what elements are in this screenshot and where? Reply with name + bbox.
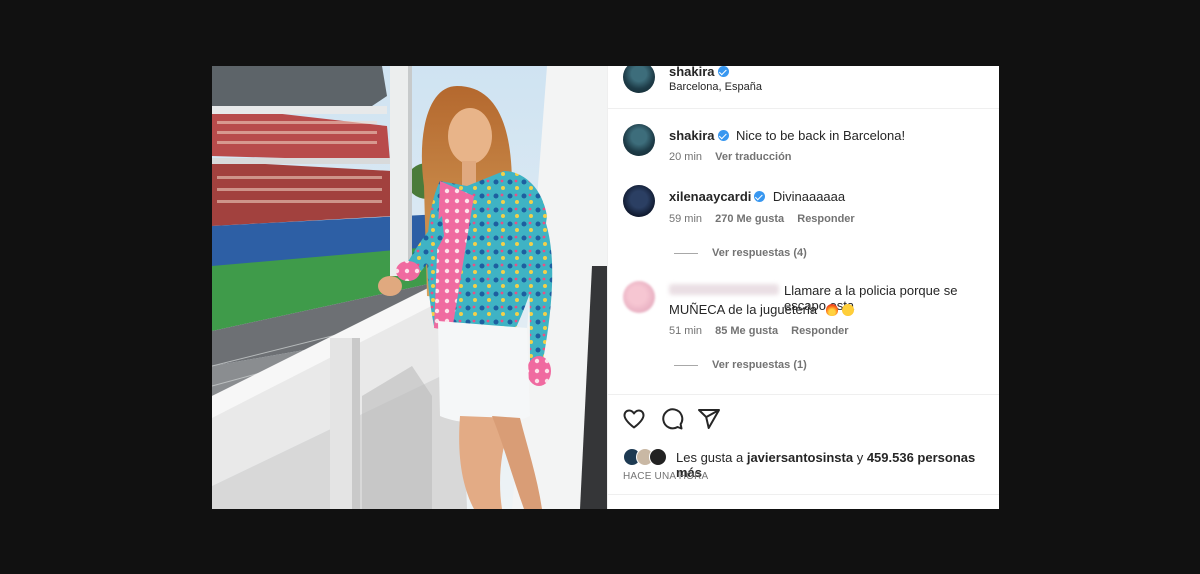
comment-text-line2-row: MUÑECA de la jugueteria — [669, 301, 855, 319]
heart-icon[interactable] — [622, 407, 646, 431]
author-avatar[interactable] — [623, 66, 655, 93]
likes-summary[interactable]: Les gusta a javiersantosinsta y 459.536 … — [676, 450, 999, 480]
post-photo[interactable] — [212, 66, 607, 509]
view-replies-button[interactable]: Ver respuestas (1) — [674, 359, 817, 371]
actions-divider — [608, 394, 999, 395]
liker-avatar — [649, 448, 667, 466]
comment-likes[interactable]: 270 Me gusta — [715, 213, 784, 225]
comment-text-line2: MUÑECA de la jugueteria — [669, 302, 818, 317]
post-location[interactable]: Barcelona, España — [669, 81, 762, 93]
share-icon[interactable] — [697, 407, 721, 431]
header-username[interactable]: shakira — [669, 66, 715, 79]
comment-avatar[interactable] — [623, 185, 655, 217]
comment-meta: 59 min 270 Me gusta Responder — [669, 213, 865, 225]
likes-prefix: Les gusta a — [676, 450, 744, 465]
blurred-username — [669, 284, 779, 295]
comment-time: 51 min — [669, 325, 703, 337]
fire-emoji-icon — [825, 304, 838, 316]
heart-eyes-emoji-icon — [842, 304, 855, 316]
caption-username[interactable]: shakira — [669, 128, 715, 143]
view-replies-button[interactable]: Ver respuestas (4) — [674, 247, 817, 259]
caption: shakira Nice to be back in Barcelona! — [669, 127, 905, 145]
reply-button[interactable]: Responder — [791, 325, 848, 337]
verified-badge-icon — [717, 130, 729, 141]
comment-time: 59 min — [669, 213, 703, 225]
view-replies-label: Ver respuestas (1) — [712, 359, 807, 371]
header-divider — [608, 108, 999, 109]
verified-badge-icon — [754, 191, 766, 202]
post-side-panel: shakira Barcelona, España shakira Nice t… — [607, 66, 999, 509]
footer-divider — [608, 494, 999, 495]
likes-connector: y — [856, 450, 864, 465]
post-image — [212, 66, 607, 509]
instagram-post: shakira Barcelona, España shakira Nice t… — [212, 66, 999, 509]
view-replies-label: Ver respuestas (4) — [712, 247, 807, 259]
caption-avatar[interactable] — [623, 124, 655, 156]
replies-line — [674, 252, 698, 254]
comment-item: xilenaaycardi Divinaaaaaa — [669, 188, 845, 206]
comment-username[interactable]: xilenaaycardi — [669, 189, 751, 204]
caption-time: 20 min — [669, 151, 703, 163]
comment-meta: 51 min 85 Me gusta Responder — [669, 325, 859, 337]
reply-button[interactable]: Responder — [797, 213, 854, 225]
comment-text: Divinaaaaaa — [772, 189, 846, 204]
comment-avatar[interactable] — [623, 281, 655, 313]
caption-meta: 20 min Ver traducción — [669, 151, 802, 163]
caption-text: Nice to be back in Barcelona! — [736, 128, 906, 143]
comment-icon[interactable] — [660, 407, 684, 431]
comment-likes[interactable]: 85 Me gusta — [715, 325, 778, 337]
verified-badge-icon — [717, 66, 729, 77]
likes-user[interactable]: javiersantosinsta — [747, 450, 853, 465]
translate-link[interactable]: Ver traducción — [715, 151, 791, 163]
post-header: shakira — [669, 66, 732, 81]
replies-line — [674, 364, 698, 366]
post-timestamp: HACE UNA HORA — [623, 471, 709, 482]
